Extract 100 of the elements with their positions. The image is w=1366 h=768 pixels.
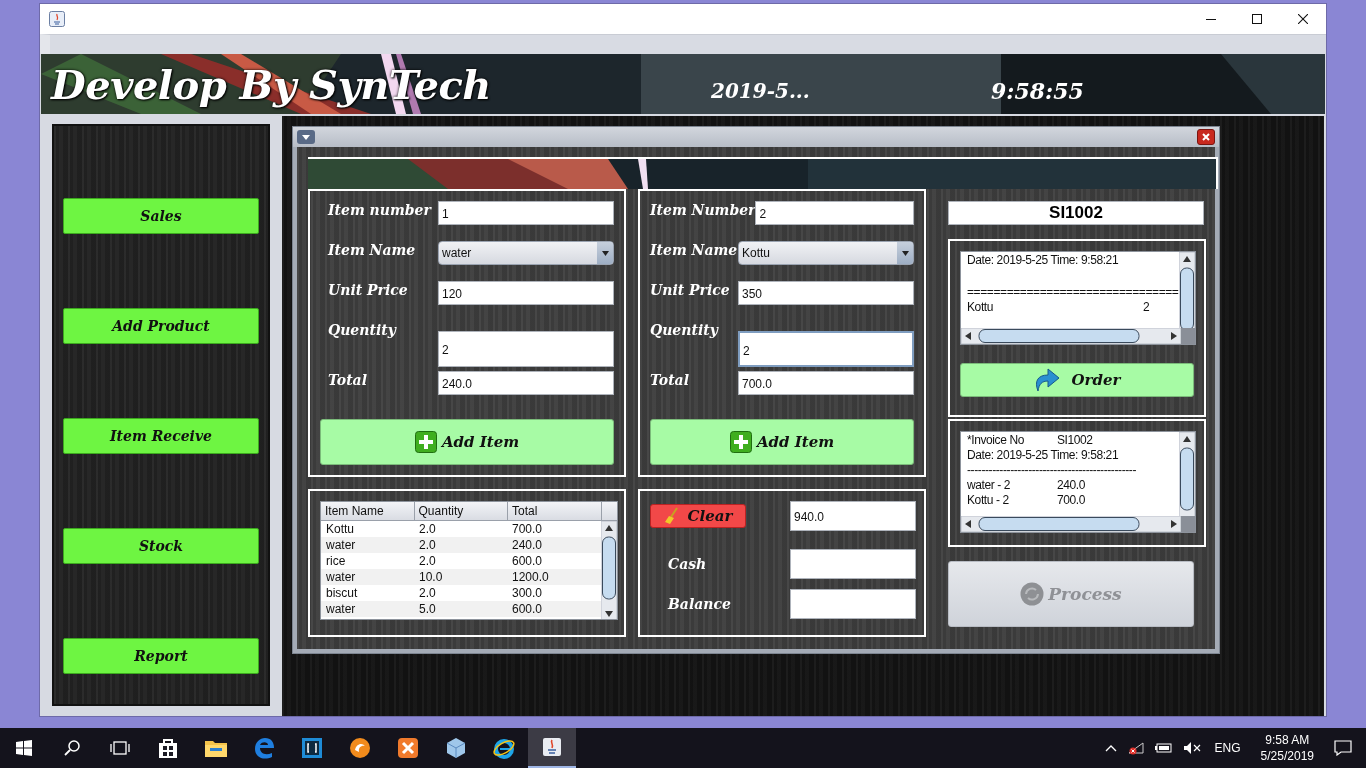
input-field[interactable]: 2 (438, 331, 614, 367)
input-field[interactable]: 1 (438, 201, 614, 225)
field-label: Quentity (327, 321, 396, 340)
field-label: Total (650, 371, 689, 390)
field-label: Item Number (650, 201, 756, 220)
battery-icon[interactable] (1154, 742, 1173, 754)
table-cell-text: 2.0 (418, 553, 437, 569)
total-field[interactable]: 940.0 (790, 501, 916, 531)
plus-icon (729, 431, 752, 453)
internet-explorer-icon (492, 736, 516, 760)
input-field[interactable]: 2 (738, 331, 914, 367)
cube-icon (444, 736, 468, 760)
clock-date[interactable]: 5/25/2019 (1260, 748, 1314, 764)
text-line: Date: 2019-5-25 Time: 9:58:21 (967, 448, 1119, 463)
text-line: *Invoice No (967, 433, 1025, 448)
text-line: SI1002 (1057, 433, 1093, 448)
table-cell-text: 240.0 (511, 537, 544, 553)
java-app-icon (49, 11, 65, 27)
maximize-icon (1252, 14, 1262, 24)
column-header[interactable]: Quantity (414, 502, 509, 520)
input-field[interactable]: 120 (438, 281, 614, 305)
field-label: Balance (666, 596, 731, 612)
broom-icon (663, 507, 680, 525)
network-icon[interactable] (1126, 741, 1145, 755)
input-field[interactable]: 700.0 (738, 371, 914, 395)
search-icon (64, 740, 80, 756)
table-cell-text: Kottu (325, 521, 356, 537)
invoice-number: SI1002 (948, 201, 1204, 225)
dropdown-arrow-icon (901, 250, 909, 256)
input-field[interactable]: 350 (738, 281, 914, 305)
table-cell-text: 5.0 (418, 601, 437, 617)
table-cell-text: 2.0 (418, 521, 437, 537)
edge-icon (252, 736, 276, 760)
sidebar-button[interactable]: Sales (63, 198, 259, 234)
text-line: Kottu (967, 300, 995, 315)
table-cell-text: 300.0 (511, 585, 544, 601)
field-label: Quentity (650, 321, 718, 340)
text-line: 240.0 (1057, 478, 1086, 493)
text-line: ================================ (967, 285, 1179, 300)
horizontal-scrollbar[interactable] (961, 328, 1181, 344)
date-label: 2019-5... (711, 79, 811, 103)
task-view-icon (110, 740, 130, 756)
chevron-up-icon (1104, 744, 1117, 752)
dropdown-arrow-icon (601, 250, 609, 256)
table-cell-text: water (325, 537, 357, 553)
store-icon (156, 736, 180, 760)
clock-label: 9:58:55 (991, 78, 1084, 104)
item-name-dropdown[interactable]: Kottu (738, 241, 914, 265)
close-icon (1202, 133, 1210, 141)
table-cell-text: rice (325, 553, 347, 569)
table-cell-text: 600.0 (511, 553, 544, 569)
sidebar-button[interactable]: Stock (63, 528, 259, 564)
field-label: Item Name (326, 241, 416, 260)
windows-logo-icon (16, 740, 32, 756)
column-header[interactable]: Item Name (321, 502, 415, 520)
xampp-icon (396, 736, 420, 760)
taskbar-app[interactable] (528, 728, 576, 768)
refresh-icon (1020, 582, 1045, 606)
sidebar-button[interactable]: Item Receive (63, 418, 259, 454)
order-button[interactable]: Order (960, 363, 1194, 397)
column-header[interactable]: Total (508, 502, 602, 520)
input-field[interactable]: 240.0 (438, 371, 614, 395)
muted-speaker-icon[interactable] (1182, 741, 1201, 755)
add-item-button[interactable]: Add Item (320, 419, 614, 465)
input-field[interactable]: 2 (755, 201, 914, 225)
frame-menu-button[interactable] (297, 130, 315, 144)
table-cell-text: biscut (325, 585, 359, 601)
table-cell-text: water (325, 601, 357, 617)
table-cell-text: 1200.0 (511, 569, 550, 585)
horizontal-scrollbar[interactable] (961, 516, 1181, 532)
table-cell-text: 10.0 (418, 569, 444, 585)
clock-time[interactable]: 9:58 AM (1265, 732, 1310, 748)
vertical-scrollbar[interactable] (601, 521, 617, 619)
text-line: water - 2 (967, 478, 1012, 493)
field-label: Cash (667, 556, 707, 572)
bracket-app-icon (300, 736, 324, 760)
vertical-scrollbar[interactable] (1179, 432, 1195, 516)
text-line: ----------------------------------------------- (967, 463, 1137, 478)
close-icon (1298, 14, 1308, 24)
notification-icon[interactable] (1334, 740, 1352, 756)
table-cell-text: 2.0 (418, 585, 437, 601)
field-label: Unit Price (327, 281, 408, 300)
text-line: 2 (1143, 300, 1150, 315)
java-app-icon (540, 735, 564, 759)
text-line: Date: 2019-5-25 Time: 9:58:21 (967, 253, 1119, 268)
field-label: Item Name (650, 241, 738, 260)
sidebar-button[interactable]: Report (63, 638, 259, 674)
item-name-dropdown[interactable]: water (438, 241, 614, 265)
clear-button[interactable]: Clear (650, 504, 746, 528)
sidebar-button[interactable]: Add Product (63, 308, 259, 344)
field-label: Item number (326, 201, 431, 220)
language-indicator[interactable]: ENG (1214, 741, 1241, 755)
frame-close-button[interactable] (1197, 129, 1215, 145)
text-line: 700.0 (1057, 493, 1086, 508)
browser-icon (348, 736, 372, 760)
balance-field[interactable] (790, 589, 916, 619)
vertical-scrollbar[interactable] (1179, 252, 1195, 328)
cash-field[interactable] (790, 549, 916, 579)
add-item-button[interactable]: Add Item (650, 419, 914, 465)
arrow-icon (1033, 367, 1060, 393)
